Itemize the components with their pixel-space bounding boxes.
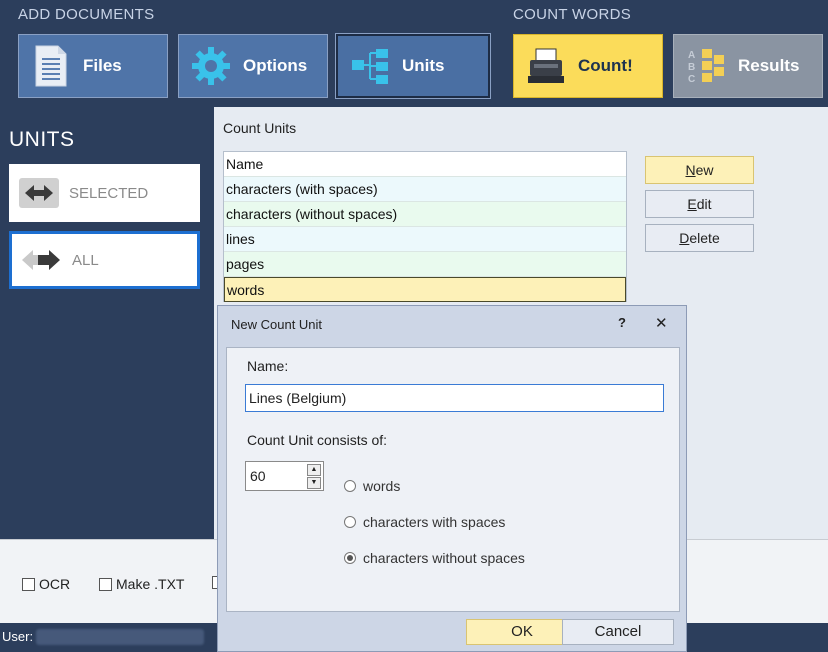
new-count-unit-dialog: New Count Unit ? ✕ Name: Lines (Belgium)…	[217, 305, 687, 652]
list-item[interactable]: lines	[224, 227, 626, 252]
radio-characters-without-spaces-label: characters without spaces	[363, 550, 525, 566]
results-button[interactable]: ABC Results	[673, 34, 823, 98]
name-label: Name:	[247, 358, 289, 374]
delete-button[interactable]: Delete	[645, 224, 754, 252]
sidebar-title: UNITS	[9, 128, 75, 151]
dialog-body: Name: Lines (Belgium) Count Unit consist…	[226, 347, 680, 612]
radio-words-label: words	[363, 478, 401, 494]
radio-dot[interactable]	[344, 516, 356, 528]
close-icon[interactable]: ✕	[655, 314, 668, 332]
list-item[interactable]: characters (with spaces)	[224, 177, 626, 202]
checkbox-box[interactable]	[22, 577, 35, 591]
ocr-checkbox-label: OCR	[39, 576, 71, 592]
edit-button[interactable]: Edit	[645, 190, 754, 218]
radio-characters-with-spaces[interactable]: characters with spaces	[344, 514, 505, 530]
quantity-value[interactable]: 60	[250, 468, 266, 484]
make-txt-checkbox[interactable]: Make .TXT	[99, 576, 184, 592]
svg-text:C: C	[688, 74, 695, 85]
radio-dot[interactable]	[344, 480, 356, 492]
new-button[interactable]: New	[645, 156, 754, 184]
count-units-title: Count Units	[223, 120, 297, 136]
user-label: User:	[2, 629, 34, 644]
edit-button-label: dit	[696, 196, 712, 212]
user-email-redacted	[36, 629, 204, 645]
abc-list-icon: ABC	[684, 44, 728, 88]
count-words-heading: COUNT WORDS	[513, 6, 632, 23]
radio-characters-without-spaces[interactable]: characters without spaces	[344, 550, 525, 566]
column-header-name[interactable]: Name	[224, 152, 626, 177]
name-input[interactable]: Lines (Belgium)	[245, 384, 664, 412]
make-txt-checkbox-label: Make .TXT	[116, 576, 185, 592]
sidebar-item-label: ALL	[72, 251, 99, 269]
new-button-label: ew	[695, 162, 714, 178]
double-arrow-icon	[19, 178, 59, 208]
new-button-accel: N	[685, 162, 696, 178]
list-item-selected[interactable]: words	[224, 277, 626, 302]
radio-words[interactable]: words	[344, 478, 400, 494]
delete-button-label: elete	[689, 230, 720, 246]
sidebar-item-label: SELECTED	[69, 184, 149, 202]
dialog-title: New Count Unit	[231, 317, 323, 332]
add-documents-heading: ADD DOCUMENTS	[18, 6, 155, 23]
list-item[interactable]: characters (without spaces)	[224, 202, 626, 227]
double-arrow-icon	[20, 245, 62, 275]
edit-button-accel: E	[687, 196, 697, 212]
radio-characters-with-spaces-label: characters with spaces	[363, 514, 506, 530]
ocr-checkbox[interactable]: OCR	[22, 576, 70, 592]
checkbox-box[interactable]	[99, 577, 112, 591]
list-item[interactable]: pages	[224, 252, 626, 277]
quantity-stepper[interactable]: 60 ▲ ▼	[245, 461, 324, 491]
delete-button-accel: D	[679, 230, 690, 246]
options-button[interactable]: Options	[178, 34, 328, 98]
svg-text:B: B	[688, 62, 695, 73]
options-button-label: Options	[243, 56, 308, 75]
sidebar-item-all[interactable]: ALL	[9, 231, 200, 289]
document-icon	[29, 44, 73, 88]
count-button-label: Count!	[578, 56, 633, 75]
chevron-down-icon[interactable]: ▼	[307, 477, 321, 489]
consists-label: Count Unit consists of:	[247, 432, 388, 448]
files-button-label: Files	[83, 56, 122, 75]
radio-dot-selected[interactable]	[344, 552, 356, 564]
count-units-list[interactable]: Name characters (with spaces) characters…	[223, 151, 627, 302]
cash-register-icon	[524, 44, 568, 88]
svg-text:A: A	[688, 50, 695, 61]
help-icon[interactable]: ?	[618, 315, 626, 330]
results-button-label: Results	[738, 56, 800, 75]
units-button-label: Units	[402, 56, 445, 75]
chevron-up-icon[interactable]: ▲	[307, 464, 321, 476]
count-button[interactable]: Count!	[513, 34, 663, 98]
cancel-button[interactable]: Cancel	[562, 619, 674, 645]
sidebar-item-selected[interactable]: SELECTED	[9, 164, 200, 222]
files-button[interactable]: Files	[18, 34, 168, 98]
gear-icon	[189, 44, 233, 88]
hierarchy-icon	[348, 44, 392, 88]
units-button[interactable]: Units	[335, 33, 491, 99]
